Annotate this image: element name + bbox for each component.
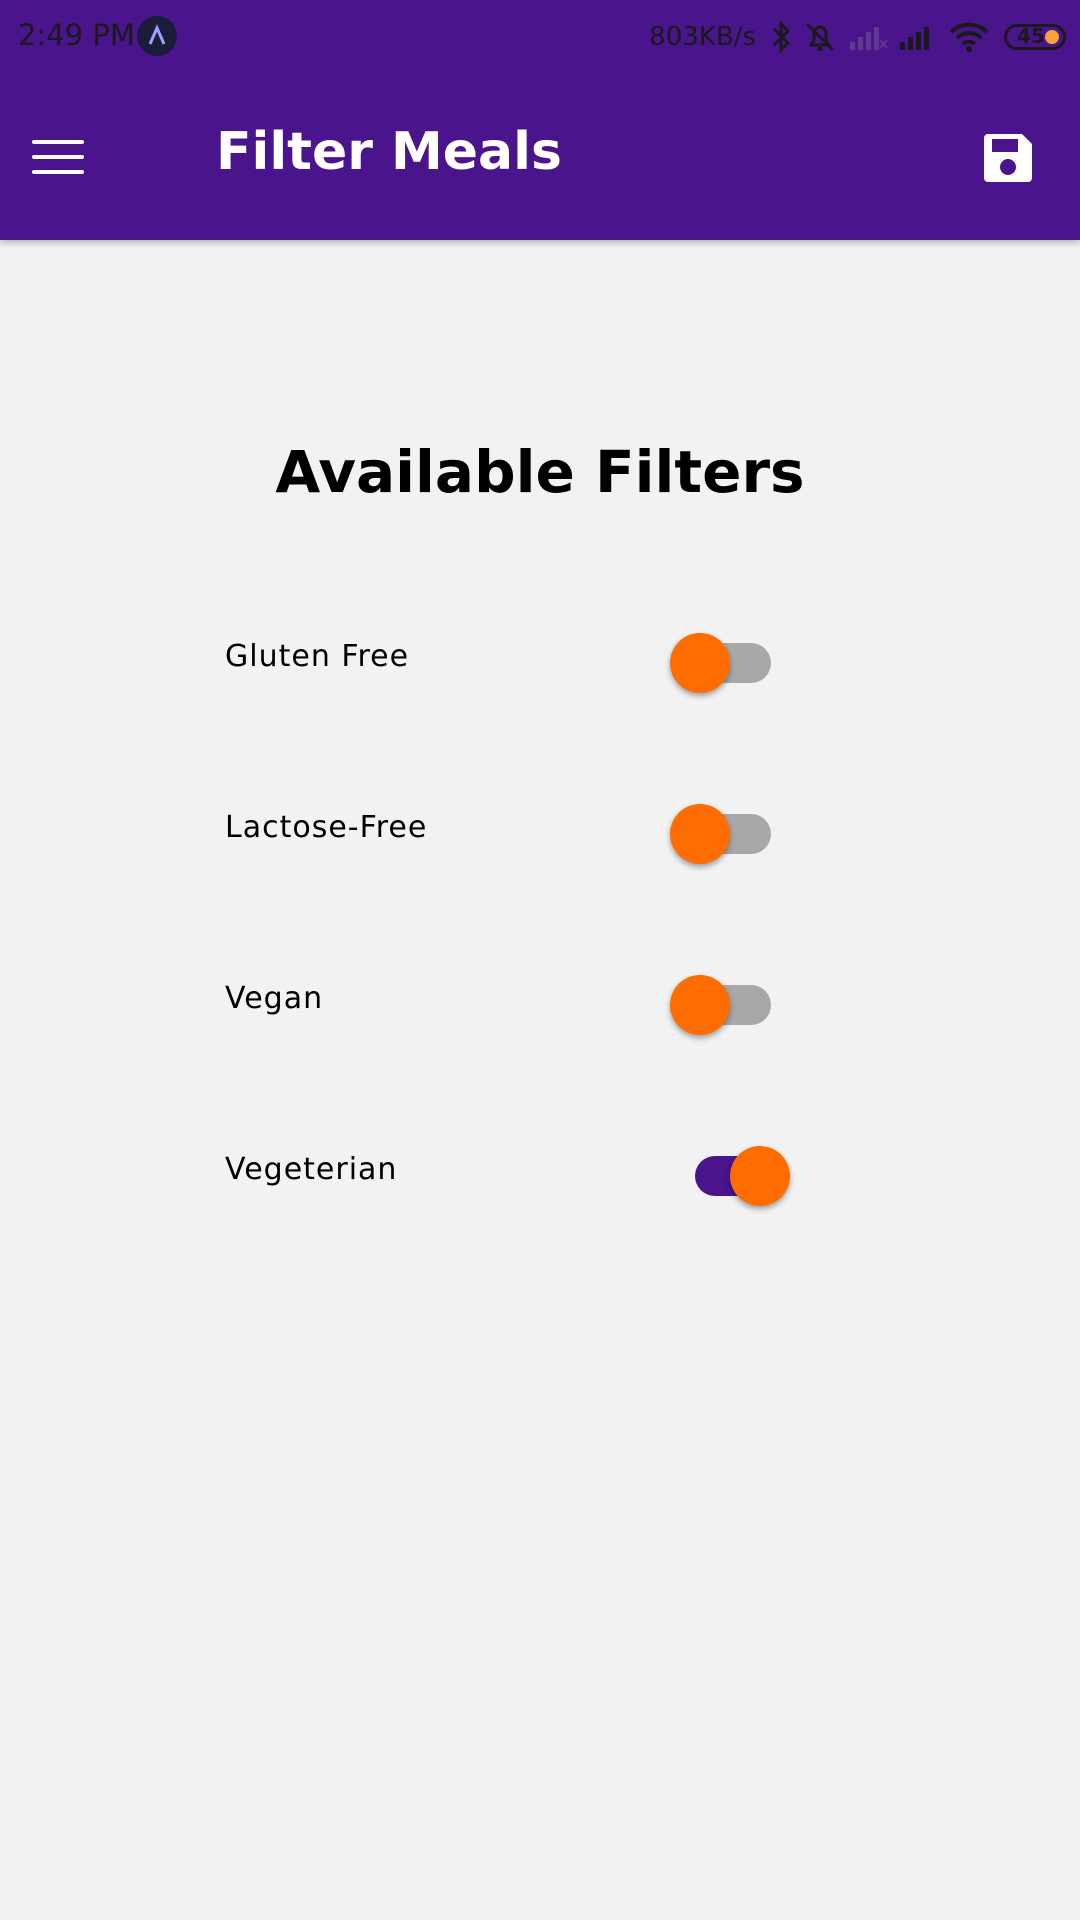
status-time: 2:49 PM xyxy=(18,18,135,52)
network-speed: 803KB/s xyxy=(649,22,756,52)
mute-bell-icon xyxy=(802,19,838,55)
signal-icon xyxy=(898,22,938,52)
switch-thumb[interactable] xyxy=(670,633,730,693)
vegetarian-switch[interactable] xyxy=(670,1128,790,1218)
page-title: Filter Meals xyxy=(216,122,562,182)
signal-weak-icon xyxy=(848,22,888,52)
filter-label: Vegan xyxy=(225,981,324,1016)
app-bar: Filter Meals xyxy=(0,74,1080,240)
battery-level: 45 xyxy=(1017,24,1045,48)
switch-thumb[interactable] xyxy=(670,975,730,1035)
filter-row-gluten-free: Gluten Free xyxy=(225,615,795,705)
vegan-switch[interactable] xyxy=(670,957,790,1047)
filter-row-vegan: Vegan xyxy=(225,957,795,1047)
battery-icon: 45 xyxy=(1004,24,1066,50)
switch-thumb[interactable] xyxy=(730,1146,790,1206)
bluetooth-icon xyxy=(770,20,792,54)
filter-label: Vegeterian xyxy=(225,1152,398,1187)
lactose-free-switch[interactable] xyxy=(670,786,790,876)
gluten-free-switch[interactable] xyxy=(670,615,790,705)
filter-label: Gluten Free xyxy=(225,639,410,674)
status-icons: 803KB/s 45 xyxy=(649,12,1066,62)
save-icon[interactable] xyxy=(980,130,1036,186)
battery-saver-dot xyxy=(1045,30,1059,44)
filter-row-lactose-free: Lactose-Free xyxy=(225,786,795,876)
filter-row-vegetarian: Vegeterian xyxy=(225,1128,795,1218)
app-notification-icon xyxy=(137,16,177,56)
status-bar: 2:49 PM 803KB/s 45 xyxy=(0,0,1080,74)
available-filters-heading: Available Filters xyxy=(275,438,805,506)
filter-label: Lactose-Free xyxy=(225,810,428,845)
switch-thumb[interactable] xyxy=(670,804,730,864)
menu-icon[interactable] xyxy=(32,140,86,174)
wifi-icon xyxy=(948,20,990,54)
